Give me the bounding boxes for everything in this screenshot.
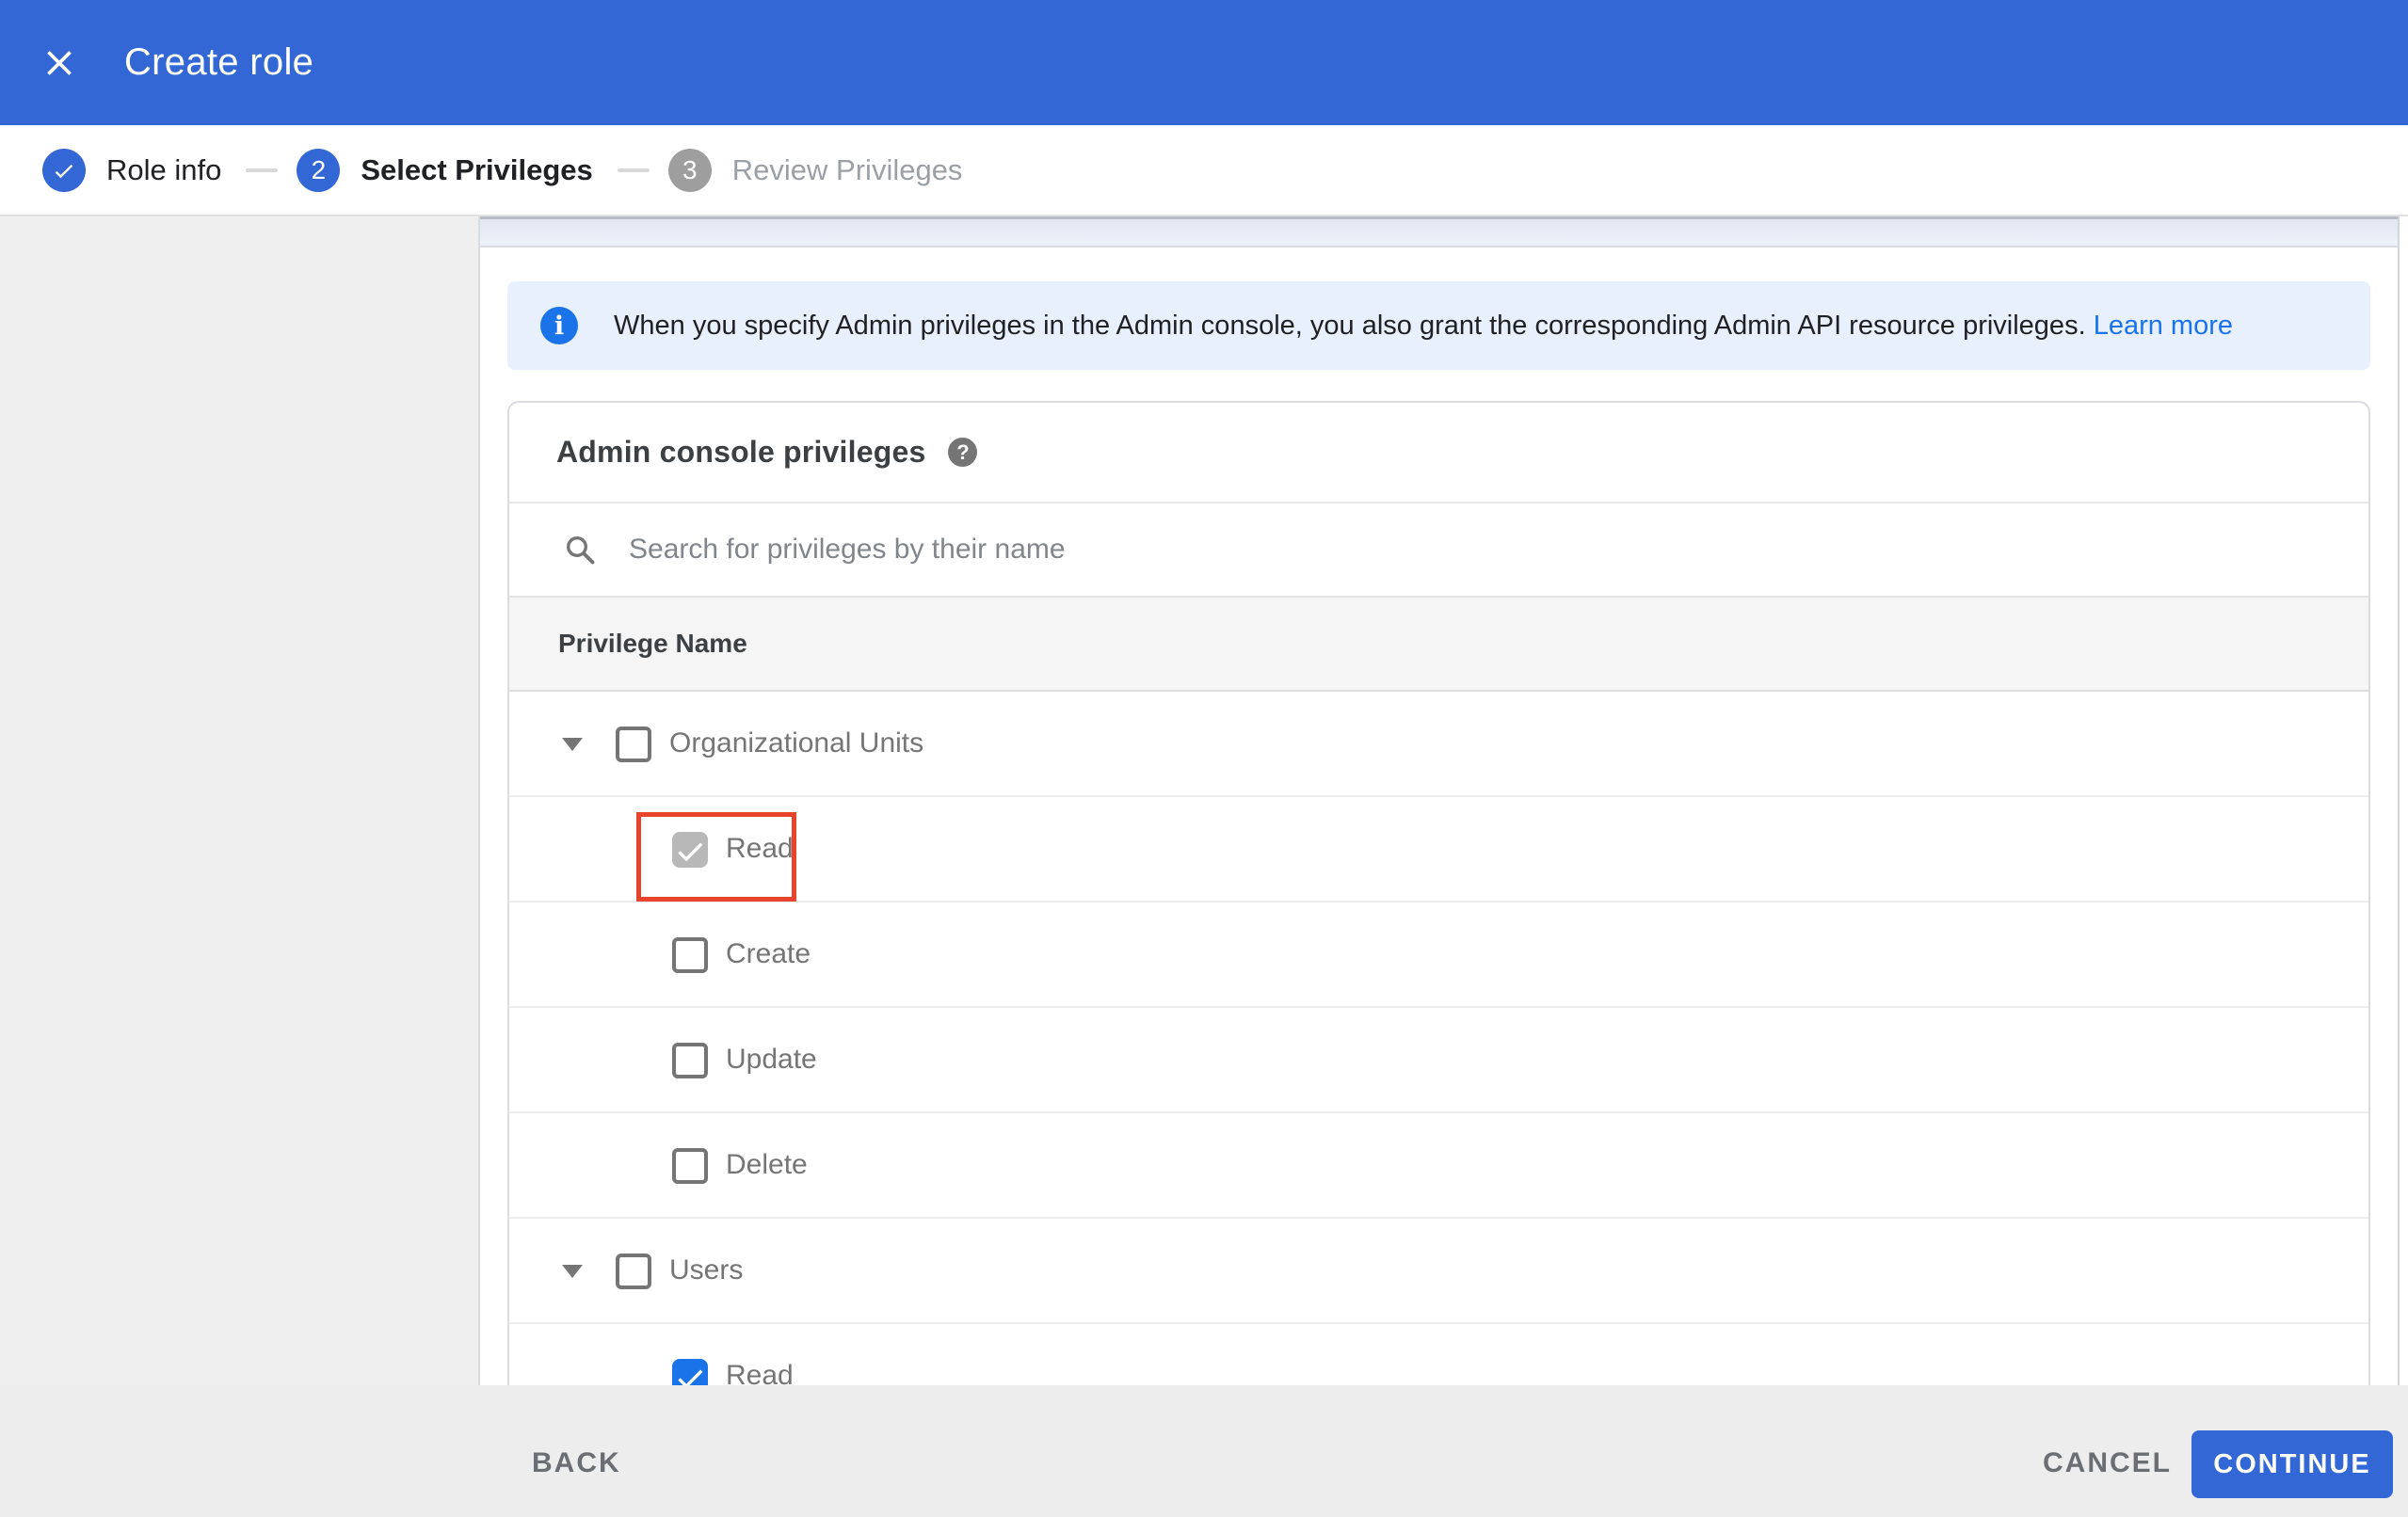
search-icon [567, 536, 595, 565]
privilege-checkbox[interactable] [672, 1359, 708, 1385]
step-separator [617, 168, 650, 172]
privilege-checkbox[interactable] [616, 1254, 651, 1289]
privilege-checkbox[interactable] [616, 727, 651, 762]
privilege-checkbox[interactable] [672, 1043, 708, 1078]
banner-text: When you specify Admin privileges in the… [614, 310, 2233, 341]
search-input[interactable] [629, 534, 2041, 566]
scrolled-content-strip [480, 216, 2398, 248]
privilege-row: Read [509, 1324, 2368, 1385]
stepper: Role info 2 Select Privileges 3 Review P… [0, 125, 2408, 216]
search-row [509, 503, 2368, 598]
continue-button[interactable]: CONTINUE [2191, 1430, 2393, 1498]
learn-more-link[interactable]: Learn more [2094, 311, 2233, 341]
step-number-badge: 2 [297, 148, 341, 192]
step-review-privileges: 3 Review Privileges [667, 148, 963, 192]
card-title-row: Admin console privileges ? [509, 403, 2368, 503]
step-role-info[interactable]: Role info [42, 148, 222, 192]
privilege-table-header: Privilege Name [509, 598, 2368, 692]
privilege-checkbox[interactable] [672, 937, 708, 973]
privilege-label: Read [726, 1360, 794, 1385]
step-select-privileges[interactable]: 2 Select Privileges [297, 148, 593, 192]
privilege-row: Create [509, 902, 2368, 1008]
privileges-card: Admin console privileges ? Privilege Nam… [507, 401, 2370, 1385]
step-label: Role info [106, 152, 222, 186]
privilege-row: Read [509, 797, 2368, 902]
expand-arrow-icon[interactable] [562, 1265, 583, 1278]
privilege-rows: Organizational Units Read Create Update Dele… [509, 692, 2368, 1385]
privilege-row: Update [509, 1008, 2368, 1113]
privilege-name-column-header: Privilege Name [558, 629, 747, 658]
app-bar: Create role [0, 0, 2408, 125]
privilege-label: Organizational Units [669, 727, 924, 758]
privilege-row: Users [509, 1219, 2368, 1324]
card-title: Admin console privileges [556, 435, 926, 469]
privilege-label: Delete [726, 1149, 808, 1180]
left-gutter [0, 216, 478, 1385]
step-number-badge: 3 [667, 148, 712, 192]
expand-arrow-icon[interactable] [562, 738, 583, 751]
create-role-dialog: Create role Role info 2 Select Privilege… [0, 0, 2408, 1517]
info-banner: i When you specify Admin privileges in t… [507, 281, 2370, 370]
privilege-label: Create [726, 938, 811, 969]
step-label: Select Privileges [361, 152, 593, 186]
privilege-checkbox[interactable] [672, 832, 708, 868]
step-complete-check-icon [42, 148, 86, 192]
help-icon[interactable]: ? [948, 438, 978, 467]
dialog-title: Create role [124, 41, 314, 83]
step-label: Review Privileges [731, 152, 963, 186]
privilege-label: Update [726, 1044, 817, 1075]
footer-action-bar: BACK CANCEL CONTINUE [0, 1385, 2408, 1517]
privilege-row: Delete [509, 1113, 2368, 1219]
back-button[interactable]: BACK [532, 1449, 621, 1477]
step-separator [246, 168, 279, 172]
content-panel: i When you specify Admin privileges in t… [478, 216, 2400, 1385]
info-icon: i [540, 307, 578, 344]
privilege-label: Users [669, 1254, 744, 1285]
close-icon[interactable] [39, 42, 80, 84]
privilege-checkbox[interactable] [672, 1148, 708, 1184]
cancel-button[interactable]: CANCEL [2043, 1449, 2172, 1477]
privilege-row: Organizational Units [509, 692, 2368, 797]
privilege-label: Read [726, 833, 794, 864]
